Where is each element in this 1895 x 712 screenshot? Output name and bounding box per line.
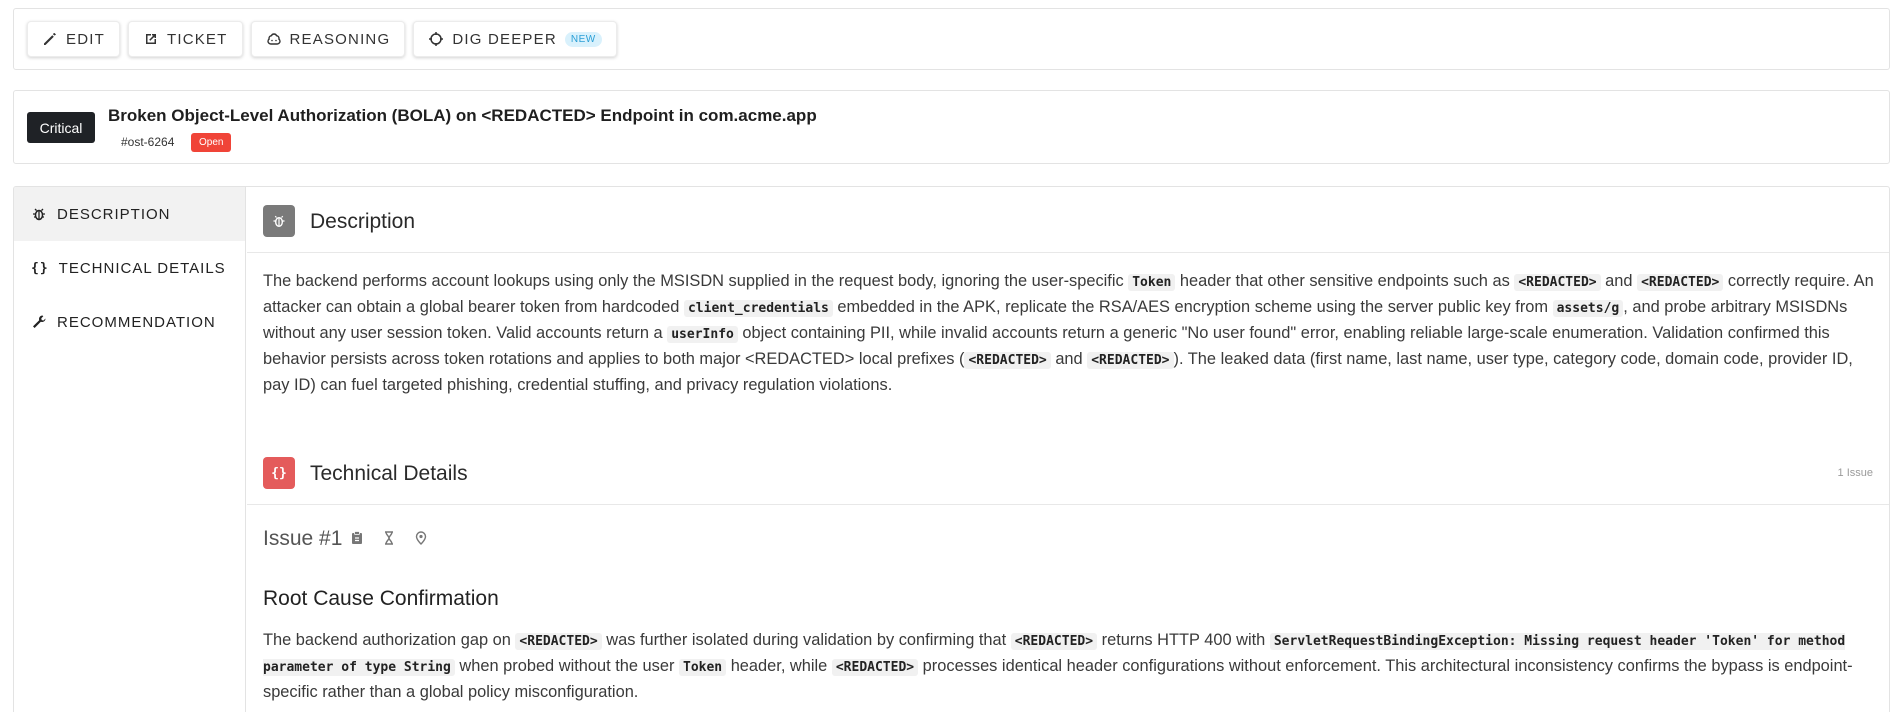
action-toolbar: EDIT TICKET REASONING DIG DEEPER NEW: [13, 8, 1890, 70]
new-badge: NEW: [564, 31, 602, 47]
sidebar-item-recommendation[interactable]: RECOMMENDATION: [14, 295, 245, 349]
sidebar-item-label: TECHNICAL DETAILS: [58, 259, 226, 277]
text-run: when probed without the user: [454, 657, 679, 675]
finding-header: Critical Broken Object-Level Authorizati…: [13, 90, 1890, 164]
code-braces-icon: {}: [31, 260, 49, 276]
inline-code: Token: [1128, 274, 1176, 291]
edit-button[interactable]: EDIT: [27, 21, 120, 57]
dig-deeper-button-label: DIG DEEPER: [452, 30, 557, 48]
inline-code: <REDACTED>: [1514, 274, 1601, 291]
issue-label: Issue #1: [263, 527, 343, 550]
inline-code: assets/g: [1552, 300, 1624, 317]
text-run: header, while: [726, 657, 832, 675]
wrench-icon: [33, 315, 46, 328]
inline-code: client_credentials: [683, 300, 833, 317]
inline-code: <REDACTED>: [1010, 633, 1098, 650]
bug-icon: [33, 208, 45, 221]
section-sidebar: DESCRIPTION {} TECHNICAL DETAILS RECOMME…: [14, 187, 246, 712]
inline-code: Token: [679, 659, 727, 676]
ticket-button-label: TICKET: [166, 30, 228, 48]
finding-id: #ost-6264: [121, 135, 175, 149]
text-run: header that other sensitive endpoints su…: [1175, 272, 1515, 290]
severity-badge: Critical: [27, 112, 95, 143]
finding-detail-panel: DESCRIPTION {} TECHNICAL DETAILS RECOMME…: [13, 186, 1890, 712]
hourglass-icon[interactable]: [381, 530, 397, 546]
text-run: The backend performs account lookups usi…: [263, 272, 1129, 290]
technical-details-title: Technical Details: [310, 462, 468, 485]
clipboard-icon[interactable]: [349, 530, 365, 546]
section-content: Description The backend performs account…: [247, 187, 1889, 712]
dig-deeper-button[interactable]: DIG DEEPER NEW: [413, 21, 617, 57]
reasoning-button[interactable]: REASONING: [250, 21, 406, 57]
root-cause-paragraph: The backend authorization gap on <REDACT…: [263, 628, 1875, 704]
inline-code: <REDACTED>: [1637, 274, 1724, 291]
text-run: was further isolated during validation b…: [601, 631, 1011, 649]
sidebar-item-technical-details[interactable]: {} TECHNICAL DETAILS: [14, 241, 245, 295]
edit-button-label: EDIT: [66, 30, 105, 48]
sidebar-item-description[interactable]: DESCRIPTION: [14, 187, 245, 241]
issue-actions: [349, 530, 429, 546]
pencil-icon: [44, 33, 56, 45]
technical-details-section-header: {} Technical Details 1 Issue: [247, 439, 1889, 505]
ticket-button[interactable]: TICKET: [127, 21, 243, 57]
inline-code: <REDACTED>: [515, 633, 602, 650]
description-title: Description: [310, 210, 416, 233]
inline-code: <REDACTED>: [1087, 352, 1174, 369]
text-run: and: [1600, 272, 1638, 290]
finding-title: Broken Object-Level Authorization (BOLA)…: [108, 106, 817, 125]
external-link-icon: [145, 34, 156, 44]
reasoning-button-label: REASONING: [289, 30, 391, 48]
text-run: The backend authorization gap on: [263, 631, 516, 649]
description-paragraph: The backend performs account lookups usi…: [263, 269, 1875, 397]
inline-code: <REDACTED>: [964, 352, 1051, 369]
code-braces-icon: {}: [263, 457, 295, 489]
inline-code: <REDACTED>: [831, 659, 919, 676]
status-badge: Open: [191, 133, 232, 152]
issue-count: 1 Issue: [1837, 467, 1873, 479]
location-pin-icon[interactable]: [413, 530, 429, 546]
bug-icon: [263, 205, 295, 237]
text-run: returns HTTP 400 with: [1097, 631, 1270, 649]
text-run: and: [1050, 350, 1088, 368]
inline-code: userInfo: [667, 326, 738, 343]
brain-icon: [266, 33, 281, 45]
root-cause-title: Root Cause Confirmation: [263, 587, 499, 610]
sidebar-item-label: RECOMMENDATION: [57, 313, 216, 331]
description-section-header: Description: [247, 187, 1889, 253]
text-run: embedded in the APK, replicate the RSA/A…: [832, 298, 1553, 316]
sidebar-item-label: DESCRIPTION: [57, 205, 171, 223]
crosshair-icon: [429, 32, 444, 46]
